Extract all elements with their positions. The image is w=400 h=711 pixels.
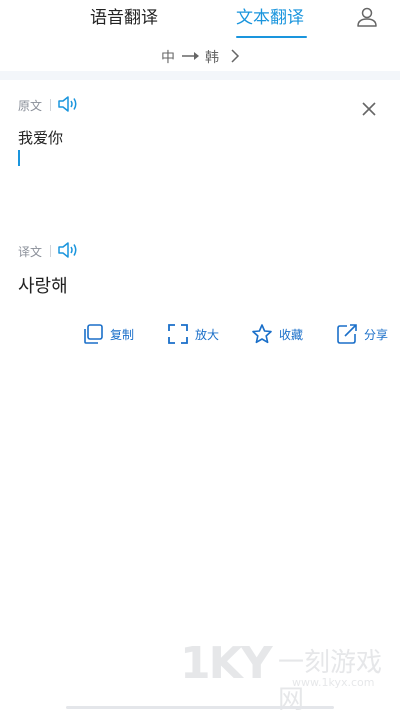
expand-icon (168, 324, 188, 344)
chevron-right-icon[interactable] (230, 49, 240, 63)
action-bar: 复制 放大 收藏 分享 (0, 320, 400, 348)
speaker-icon[interactable] (57, 241, 79, 259)
site-watermark: 1KY 一刻游戏网 www.1kyx.com (180, 636, 400, 711)
label-separator (50, 245, 51, 257)
favorite-button[interactable]: 收藏 (251, 320, 303, 348)
target-language[interactable]: 韩 (205, 47, 219, 67)
share-button[interactable]: 分享 (336, 320, 388, 348)
translation-text: 사랑해 (18, 276, 68, 297)
translation-label: 译文 (18, 245, 43, 259)
top-tab-bar: 语音翻译 文本翻译 (0, 0, 400, 44)
close-icon[interactable] (361, 101, 377, 117)
share-icon (337, 324, 357, 344)
user-icon[interactable] (355, 5, 379, 29)
watermark-logo: 1KY (180, 638, 273, 689)
label-separator (50, 99, 51, 111)
tab-voice-translation[interactable]: 语音翻译 (90, 7, 158, 29)
source-language[interactable]: 中 (161, 47, 175, 67)
share-label: 分享 (364, 327, 389, 342)
language-selector[interactable]: 中 韩 (0, 44, 400, 70)
home-indicator (66, 706, 334, 709)
favorite-label: 收藏 (279, 327, 304, 342)
text-caret (18, 150, 20, 166)
expand-button[interactable]: 放大 (167, 320, 219, 348)
source-text-input[interactable]: 我爱你 (18, 127, 348, 148)
active-tab-indicator (236, 36, 307, 38)
star-icon (252, 324, 272, 344)
expand-label: 放大 (195, 327, 220, 342)
speaker-icon[interactable] (57, 95, 79, 113)
copy-icon (84, 324, 103, 344)
source-label: 原文 (18, 99, 43, 113)
section-divider (0, 71, 400, 80)
arrow-right-icon (182, 52, 199, 60)
tab-text-translation[interactable]: 文本翻译 (236, 7, 304, 29)
watermark-url: www.1kyx.com (292, 676, 375, 689)
copy-label: 复制 (110, 327, 135, 342)
copy-button[interactable]: 复制 (82, 320, 134, 348)
